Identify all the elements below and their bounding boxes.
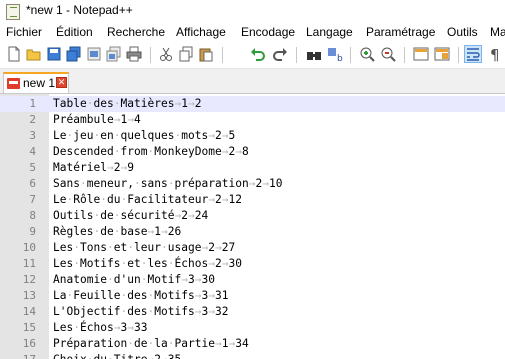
toolbar-separator — [404, 47, 405, 63]
editor[interactable]: 1 Table·des·Matières→1→2 2 Préambule→1→4 3 Le… — [0, 94, 505, 359]
copy-icon[interactable] — [178, 46, 194, 62]
line-number: 15 — [22, 321, 36, 334]
line-number: 10 — [22, 241, 36, 254]
line-text: Table·des·Matières→1→2 — [53, 97, 202, 110]
line-text: Préparation·de·la·Partie→1→34 — [53, 337, 249, 350]
unsaved-file-icon — [7, 78, 20, 89]
line-text: Sans·meneur,·sans·préparation→2→10 — [53, 177, 283, 190]
toolbar: b ¶ — [0, 42, 505, 69]
tab-bar: new 1 ✕ — [0, 69, 505, 94]
line-number: 5 — [29, 161, 36, 174]
show-all-characters-icon[interactable]: ¶ — [489, 46, 505, 62]
line-number: 14 — [22, 305, 36, 318]
line-number: 8 — [29, 209, 36, 222]
line-text: Les·Échos→3→33 — [53, 321, 148, 334]
open-file-icon[interactable] — [26, 46, 42, 62]
paste-icon[interactable] — [198, 46, 214, 62]
new-file-icon[interactable] — [6, 46, 22, 62]
editor-line[interactable]: 12 Anatomie·d'un·Motif→3→30 — [0, 272, 505, 288]
find-icon[interactable] — [306, 46, 322, 62]
line-text: Le·Rôle·du·Facilitateur→2→12 — [53, 193, 242, 206]
editor-line[interactable]: 13 La·Feuille·des·Motifs→3→31 — [0, 288, 505, 304]
redo-icon[interactable] — [272, 46, 288, 62]
line-text: L'Objectif·des·Motifs→3→32 — [53, 305, 229, 318]
line-text: Descended·from·MonkeyDome→2→8 — [53, 145, 249, 158]
line-text: Matériel→2→9 — [53, 161, 134, 174]
menu-macro[interactable]: Ma — [490, 25, 505, 39]
line-number: 16 — [22, 337, 36, 350]
menu-recherche[interactable]: Recherche — [107, 25, 165, 39]
editor-line[interactable]: 16 Préparation·de·la·Partie→1→34 — [0, 336, 505, 352]
svg-text:¶: ¶ — [490, 46, 500, 62]
line-text: Choix·du·Titre→2→35 — [53, 352, 181, 359]
menu-encodage[interactable]: Encodage — [241, 25, 295, 39]
toolbar-separator — [150, 47, 151, 63]
line-text: Le·jeu·en·quelques·mots→2→5 — [53, 129, 236, 142]
line-text: La·Feuille·des·Motifs→3→31 — [53, 289, 229, 302]
line-number: 13 — [22, 289, 36, 302]
menu-fichier[interactable]: Fichier — [6, 25, 42, 39]
menu-bar: Fichier Édition Recherche Affichage Enco… — [0, 22, 505, 42]
save-icon[interactable] — [46, 46, 62, 62]
line-number: 17 — [0, 352, 36, 359]
editor-line[interactable]: 10 Les·Tons·et·leur·usage→2→27 — [0, 240, 505, 256]
editor-line[interactable]: 14 L'Objectif·des·Motifs→3→32 — [0, 304, 505, 320]
line-text: Outils·de·sécurité→2→24 — [53, 209, 209, 222]
close-tab-icon[interactable]: ✕ — [56, 77, 67, 88]
replace-icon[interactable]: b — [327, 46, 343, 62]
line-text: Règles·de·base→1→26 — [53, 225, 182, 238]
line-number: 9 — [29, 225, 36, 238]
save-all-icon[interactable] — [66, 46, 82, 62]
menu-edition[interactable]: Édition — [56, 25, 93, 39]
editor-line[interactable]: 17 Choix·du·Titre→2→35 — [0, 352, 505, 359]
undo-icon[interactable] — [250, 46, 266, 62]
tab-label: new 1 — [23, 76, 56, 90]
editor-line[interactable]: 8 Outils·de·sécurité→2→24 — [0, 208, 505, 224]
line-number: 7 — [29, 193, 36, 206]
sync-horizontal-icon[interactable] — [434, 46, 450, 62]
editor-line[interactable]: 5 Matériel→2→9 — [0, 160, 505, 176]
line-number: 2 — [29, 113, 36, 126]
zoom-in-icon[interactable] — [359, 46, 375, 62]
toolbar-separator — [222, 47, 223, 63]
line-number: 3 — [29, 129, 36, 142]
svg-text:b: b — [337, 54, 343, 62]
window-title: *new 1 - Notepad++ — [26, 3, 133, 17]
editor-line[interactable]: 11 Les·Motifs·et·les·Échos→2→30 — [0, 256, 505, 272]
line-text: Les·Tons·et·leur·usage→2→27 — [53, 241, 236, 254]
print-icon[interactable] — [126, 46, 142, 62]
editor-line[interactable]: 9 Règles·de·base→1→26 — [0, 224, 505, 240]
word-wrap-icon[interactable] — [464, 45, 482, 63]
close-all-icon[interactable] — [106, 46, 122, 62]
menu-langage[interactable]: Langage — [306, 25, 353, 39]
editor-line[interactable]: 3 Le·jeu·en·quelques·mots→2→5 — [0, 128, 505, 144]
zoom-out-icon[interactable] — [380, 46, 396, 62]
line-number: 1 — [29, 97, 36, 110]
editor-line[interactable]: 6 Sans·meneur,·sans·préparation→2→10 — [0, 176, 505, 192]
menu-parametrage[interactable]: Paramétrage — [366, 25, 435, 39]
editor-line[interactable]: 15 Les·Échos→3→33 — [0, 320, 505, 336]
line-text: Anatomie·d'un·Motif→3→30 — [53, 273, 215, 286]
line-number: 11 — [22, 257, 36, 270]
tab-new-1[interactable]: new 1 ✕ — [3, 72, 69, 93]
line-text: Préambule→1→4 — [53, 113, 141, 126]
toolbar-separator — [296, 47, 297, 63]
editor-line[interactable]: 7 Le·Rôle·du·Facilitateur→2→12 — [0, 192, 505, 208]
sync-vertical-icon[interactable] — [413, 46, 429, 62]
title-bar: *new 1 - Notepad++ — [0, 0, 505, 22]
toolbar-separator — [350, 47, 351, 63]
cut-icon[interactable] — [158, 46, 174, 62]
line-number: 4 — [29, 145, 36, 158]
toolbar-separator — [458, 47, 459, 63]
line-text: Les·Motifs·et·les·Échos→2→30 — [53, 257, 242, 270]
line-number: 12 — [22, 273, 36, 286]
menu-affichage[interactable]: Affichage — [176, 25, 226, 39]
menu-outils[interactable]: Outils — [447, 25, 478, 39]
editor-line[interactable]: 1 Table·des·Matières→1→2 — [0, 96, 505, 112]
line-number: 6 — [29, 177, 36, 190]
close-icon[interactable] — [86, 46, 102, 62]
editor-line[interactable]: 4 Descended·from·MonkeyDome→2→8 — [0, 144, 505, 160]
editor-line[interactable]: 2 Préambule→1→4 — [0, 112, 505, 128]
notepad-plus-plus-app-icon — [6, 4, 20, 20]
